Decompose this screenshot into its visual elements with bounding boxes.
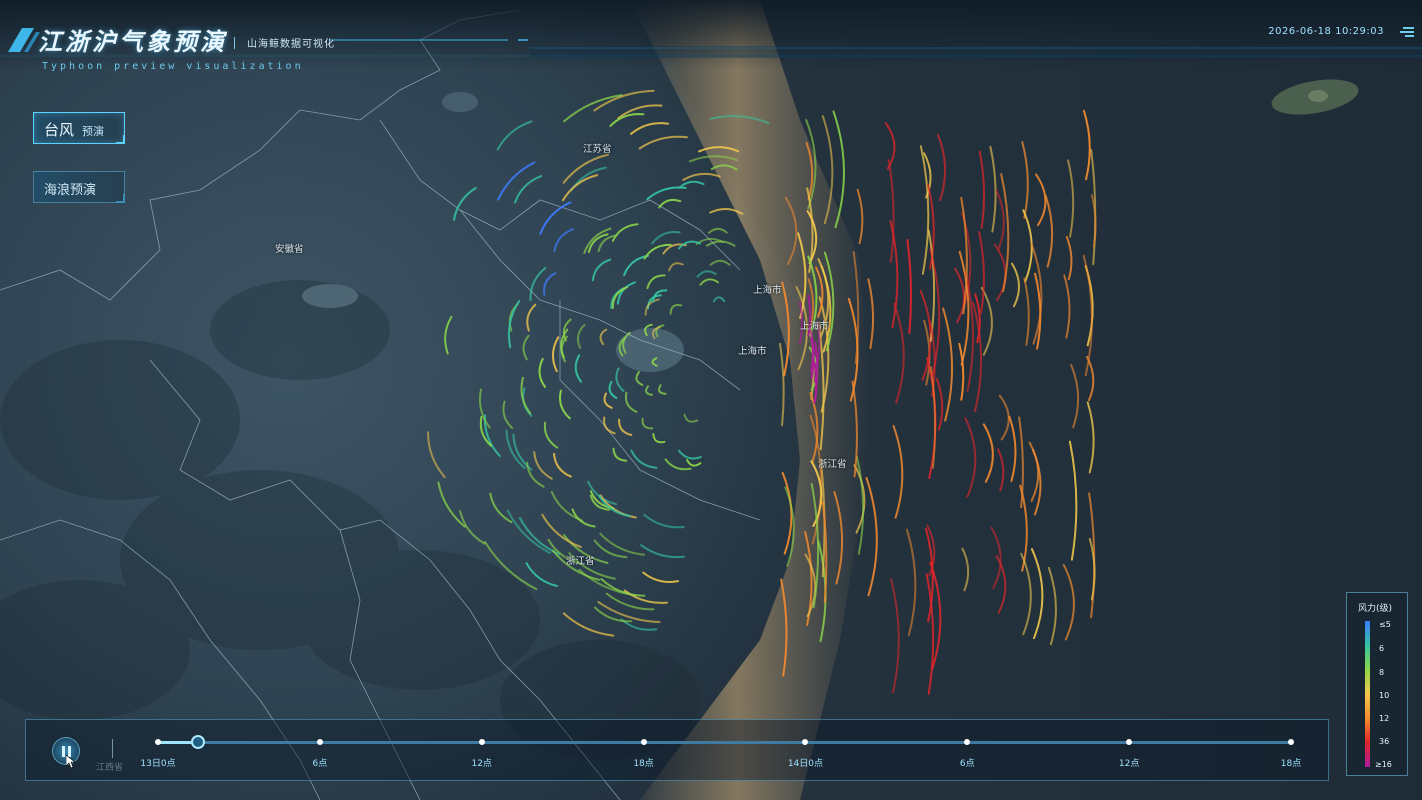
timeline-tick-label: 6点 <box>959 759 975 769</box>
legend-tick: ≥16 <box>1375 760 1392 769</box>
timeline-thumb[interactable] <box>190 735 205 749</box>
corner-accent <box>116 194 125 203</box>
map-label-shanghai: 上海市 <box>800 321 829 332</box>
mouse-cursor-icon <box>66 755 76 769</box>
legend-color-bar <box>1365 621 1370 767</box>
wind-force-legend: 风力(级) ≤5 6 8 10 12 36 ≥16 <box>1346 592 1408 776</box>
timeline-tick-dot[interactable] <box>155 739 161 745</box>
timeline-tick-label: 18点 <box>1280 759 1302 769</box>
legend-tick: 36 <box>1379 737 1390 746</box>
legend-tick: ≤5 <box>1379 620 1391 629</box>
page-subtitle-en: Typhoon preview visualization <box>42 61 304 72</box>
timeline-tick-dot[interactable] <box>316 739 323 745</box>
timeline-tick-dot[interactable] <box>964 739 971 745</box>
wave-label: 海浪预演 <box>44 183 97 198</box>
timeline-track[interactable]: 13日0点 6点 12点 18点 14日0点 6点 12点 18点 <box>140 735 1301 769</box>
title-separator <box>234 37 235 49</box>
wave-preview-button[interactable]: 海浪预演 <box>33 171 125 203</box>
map-label-jiangxi: 江西省 <box>96 763 124 773</box>
map-label-anhui: 安徽省 <box>275 244 304 255</box>
timeline-tick-label: 18点 <box>633 759 654 769</box>
page-title: 江浙沪气象预演 <box>38 28 227 56</box>
map-label-shanghai: 上海市 <box>738 346 767 357</box>
map-label-zhejiang: 浙江省 <box>818 459 847 470</box>
map-label-jiangsu: 江苏省 <box>583 144 612 155</box>
page-subtitle: 山海鲸数据可视化 <box>247 39 335 50</box>
typhoon-sub-label: 预演 <box>82 125 104 138</box>
corner-accent <box>116 135 125 144</box>
timeline-tick-label: 6点 <box>312 759 328 769</box>
timeline-tick-dot[interactable] <box>802 739 809 745</box>
legend-tick: 6 <box>1379 644 1385 653</box>
menu-icon[interactable] <box>1400 27 1414 37</box>
map-label-shanghai: 上海市 <box>753 285 782 296</box>
timeline-tick-label: 14日0点 <box>787 759 824 769</box>
timeline-tick-dot[interactable] <box>1288 739 1294 745</box>
taihu-lake <box>616 328 684 372</box>
timeline-tick-dot[interactable] <box>1126 739 1133 745</box>
map-label-zhejiang: 浙江省 <box>566 556 595 567</box>
timeline-tick-label: 12点 <box>1118 759 1140 769</box>
legend-tick: 8 <box>1379 668 1385 677</box>
weather-map[interactable] <box>0 0 1422 800</box>
timeline-divider <box>112 739 113 758</box>
datetime-display: 2026-06-18 10:29:03 <box>1268 26 1384 37</box>
header: 江浙沪气象预演 山海鲸数据可视化 Typhoon preview visuali… <box>0 0 1422 80</box>
lake <box>302 284 358 308</box>
timeline-tick-dot[interactable] <box>640 739 647 745</box>
typhoon-label: 台风 <box>44 121 75 139</box>
map-canvas <box>0 0 1422 800</box>
legend-title: 风力(级) <box>1358 604 1393 614</box>
timeline-panel: 江西省 13日0点 6点 12点 18点 14日0点 6点 12点 18点 <box>25 719 1329 781</box>
timeline-tick-dot[interactable] <box>478 739 485 745</box>
legend-tick: 12 <box>1379 714 1390 723</box>
timeline-tick-label: 12点 <box>471 759 492 769</box>
legend-tick: 10 <box>1379 691 1390 700</box>
typhoon-preview-button[interactable]: 台风 预演 <box>33 112 125 144</box>
timeline-tick-label: 13日0点 <box>140 759 176 769</box>
